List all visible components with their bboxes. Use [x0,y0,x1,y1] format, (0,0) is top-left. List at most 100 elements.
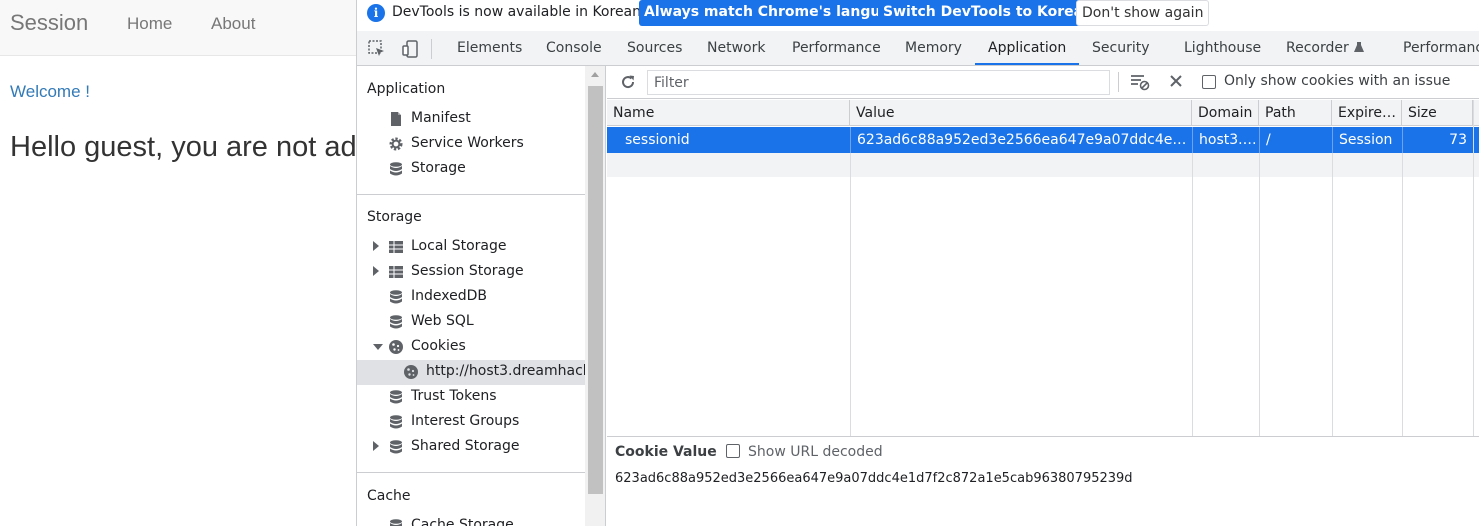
device-toolbar-icon[interactable] [401,39,421,59]
only-issue-checkbox[interactable] [1202,75,1216,89]
nav-home-link[interactable]: Home [127,14,172,34]
show-url-decoded-checkbox[interactable] [726,444,740,458]
cell-name: sessionid [625,132,690,148]
database-icon [390,390,402,404]
sidebar-item-manifest[interactable]: Manifest [357,107,585,132]
collapse-arrow-icon[interactable] [373,344,383,350]
column-header-path[interactable]: Path [1259,100,1332,126]
sidebar-item-label: Cookies [411,338,466,354]
sidebar-item-web-sql[interactable]: Web SQL [357,310,585,335]
switch-korean-button[interactable]: Switch DevTools to Korean [878,0,1099,26]
sidebar-item-label: Web SQL [411,313,474,329]
cookies-toolbar: Only show cookies with an issue [607,66,1479,99]
tab-recorder-label: Recorder [1286,40,1349,56]
nav-about-link[interactable]: About [211,14,255,34]
cell-size: 73 [1402,127,1473,153]
column-divider [1402,177,1403,436]
brand-link[interactable]: Session [10,10,88,36]
sidebar-divider [357,194,585,195]
tab-performance[interactable]: Performance [792,31,881,65]
column-header-value[interactable]: Value [850,100,1192,126]
column-divider [1192,177,1193,436]
sidebar-item-storage[interactable]: Storage [357,157,585,182]
column-divider [850,153,851,177]
sidebar-item-indexeddb[interactable]: IndexedDB [357,285,585,310]
database-icon [390,162,402,176]
cell-expires: Session [1332,127,1402,153]
inspect-element-icon[interactable] [367,39,387,59]
tab-application[interactable]: Application [975,31,1080,65]
sidebar-scrollbar[interactable] [585,66,606,526]
tab-lighthouse[interactable]: Lighthouse [1184,31,1261,65]
cookies-table: Name Value Domain Path Expires... Size s… [607,100,1479,436]
sidebar-scrollbar-thumb[interactable] [588,86,603,494]
section-title-application: Application [367,81,446,97]
sidebar-item-local-storage[interactable]: Local Storage [357,235,585,260]
cell-path: / [1259,127,1332,153]
tabbar-separator [431,39,432,59]
grid-icon [389,266,403,278]
column-header-size[interactable]: Size [1402,100,1473,126]
close-icon[interactable] [1168,73,1184,89]
file-icon [391,112,401,126]
database-icon [390,519,402,526]
sidebar-item-label: IndexedDB [411,288,487,304]
language-infobar: i DevTools is now available in Korean! A… [357,0,1479,29]
column-divider [1332,177,1333,436]
database-icon [390,440,402,454]
expand-arrow-icon[interactable] [373,241,379,251]
sidebar-item-session-storage[interactable]: Session Storage [357,260,585,285]
sidebar-item-cache-storage[interactable]: Cache Storage [357,514,585,526]
dont-show-again-button[interactable]: Don't show again [1076,0,1210,26]
scroll-up-arrow-icon[interactable] [591,72,599,77]
grid-icon [389,241,403,253]
expand-arrow-icon[interactable] [373,266,379,276]
refresh-icon[interactable] [619,73,637,91]
column-divider [1402,153,1403,177]
application-sidebar: Application Manifest Service Workers Sto… [357,66,585,526]
tab-console[interactable]: Console [546,31,602,65]
tab-memory[interactable]: Memory [905,31,962,65]
column-header-domain[interactable]: Domain [1192,100,1259,126]
sidebar-item-label: Service Workers [411,135,524,151]
database-icon [390,415,402,429]
tab-network[interactable]: Network [707,31,765,65]
cookie-value-text[interactable]: 623ad6c88a952ed3e2566ea647e9a07ddc4e1d7f… [615,471,1133,486]
sidebar-item-label: Storage [411,160,466,176]
sidebar-item-trust-tokens[interactable]: Trust Tokens [357,385,585,410]
tab-performance-insights[interactable]: Performance insights [1403,31,1479,65]
database-icon [390,315,402,329]
cookie-icon [404,365,418,379]
column-divider [1259,177,1260,436]
filter-input[interactable] [647,70,1110,95]
column-divider [1192,153,1193,177]
sidebar-item-shared-storage[interactable]: Shared Storage [357,435,585,460]
expand-arrow-icon[interactable] [373,441,379,451]
tab-sources[interactable]: Sources [627,31,682,65]
sidebar-item-label: Cache Storage [411,517,514,526]
cell-domain: host3.dreamhack.games [1192,127,1259,153]
clear-filtered-cookies-icon[interactable] [1130,73,1150,91]
table-row-empty[interactable] [607,153,1479,177]
table-header: Name Value Domain Path Expires... Size [607,100,1479,126]
sidebar-item-service-workers[interactable]: Service Workers [357,132,585,157]
flask-icon [1354,42,1365,52]
sidebar-item-cookies[interactable]: Cookies [357,335,585,360]
tab-elements[interactable]: Elements [457,31,522,65]
sidebar-item-interest-groups[interactable]: Interest Groups [357,410,585,435]
cell-value: 623ad6c88a952ed3e2566ea647e9a07ddc4e1d7f… [850,127,1192,153]
sidebar-item-label: Manifest [411,110,471,126]
cookies-panel: Only show cookies with an issue Name Val… [607,66,1479,526]
sidebar-item-label: Shared Storage [411,438,520,454]
sidebar-item-cookie-origin[interactable]: http://host3.dreamhack.games: [357,360,585,385]
section-title-cache: Cache [367,488,411,504]
column-divider [1473,100,1474,436]
match-language-button[interactable]: Always match Chrome's language [639,0,915,26]
column-header-name[interactable]: Name [607,100,850,126]
table-row[interactable]: sessionid 623ad6c88a952ed3e2566ea647e9a0… [607,127,1479,153]
tab-recorder[interactable]: Recorder [1286,31,1365,65]
column-header-expires[interactable]: Expires... [1332,100,1402,126]
tab-security[interactable]: Security [1092,31,1150,65]
column-divider [850,177,851,436]
sidebar-item-label: Interest Groups [411,413,520,429]
